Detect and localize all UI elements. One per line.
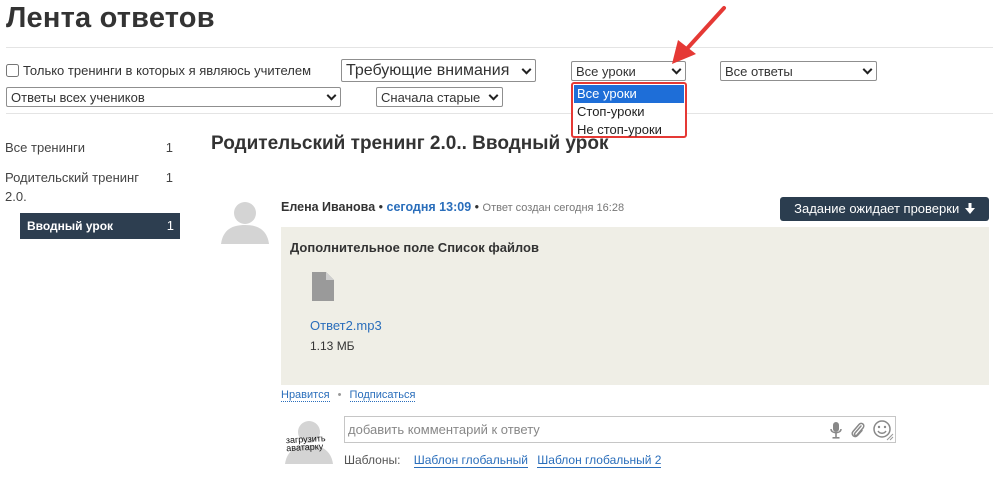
field-title: Дополнительное поле Список файлов bbox=[290, 240, 539, 255]
sidebar-item-label: Все тренинги bbox=[5, 140, 86, 155]
file-link[interactable]: Ответ2.mp3 bbox=[310, 318, 382, 333]
sidebar-item-count: 1 bbox=[165, 140, 173, 155]
filters-divider bbox=[6, 113, 993, 114]
sidebar-item-all-trainings[interactable]: Все тренинги 1 bbox=[5, 138, 180, 157]
chevron-down-icon bbox=[862, 64, 873, 75]
like-link[interactable]: Нравится bbox=[281, 389, 330, 402]
sort-select-value: Сначала старые bbox=[381, 89, 481, 105]
action-separator: • bbox=[337, 389, 342, 401]
answer-created: Ответ создан сегодня 16:28 bbox=[482, 202, 625, 214]
chevron-down-icon bbox=[521, 64, 532, 75]
subscribe-link[interactable]: Подписаться bbox=[349, 389, 416, 402]
attention-select-value: Требующие внимания bbox=[346, 61, 510, 79]
sidebar-item-label: Вводный урок bbox=[27, 219, 114, 233]
sidebar-item-label: Родительский тренинг 2.0. bbox=[5, 170, 139, 204]
lessons-option-stop[interactable]: Стоп-уроки bbox=[574, 103, 684, 121]
meta-separator: • bbox=[378, 200, 384, 214]
teacher-only-checkbox[interactable] bbox=[6, 64, 19, 77]
sidebar-item-parent-training[interactable]: Родительский тренинг 2.0. 1 bbox=[5, 168, 180, 206]
status-button[interactable]: Задание ожидает проверки bbox=[780, 197, 989, 221]
chevron-down-icon bbox=[488, 90, 499, 101]
template-link[interactable]: Шаблон глобальный 2 bbox=[537, 453, 662, 468]
lessons-select-value: Все уроки bbox=[576, 63, 636, 79]
students-select-value: Ответы всех учеников bbox=[11, 89, 145, 105]
comment-input[interactable]: добавить комментарий к ответу bbox=[344, 416, 896, 443]
lesson-title: Родительский тренинг 2.0.. Вводный урок bbox=[211, 133, 609, 154]
sort-select[interactable]: Сначала старые bbox=[376, 87, 503, 107]
sidebar-item-intro-lesson[interactable]: Вводный урок 1 bbox=[20, 213, 180, 239]
file-icon[interactable] bbox=[312, 272, 334, 301]
sidebar-item-count: 1 bbox=[166, 218, 174, 233]
file-size: 1.13 МБ bbox=[310, 339, 355, 353]
status-button-label: Задание ожидает проверки bbox=[794, 201, 960, 216]
resize-handle-icon[interactable] bbox=[886, 433, 894, 441]
answers-select[interactable]: Все ответы bbox=[720, 61, 877, 81]
title-divider bbox=[6, 47, 993, 48]
microphone-icon[interactable] bbox=[830, 422, 842, 439]
template-link[interactable]: Шаблон глобальный bbox=[413, 453, 528, 468]
comment-placeholder: добавить комментарий к ответу bbox=[348, 422, 540, 437]
templates-row: Шаблоны: Шаблон глобальный Шаблон глобал… bbox=[344, 453, 662, 468]
sidebar-item-count: 1 bbox=[165, 170, 173, 185]
meta-separator: • bbox=[474, 200, 480, 214]
lessons-dropdown-list: Все уроки Стоп-уроки Не стоп-уроки bbox=[571, 82, 687, 138]
teacher-only-filter[interactable]: Только тренинги в которых я являюсь учит… bbox=[6, 63, 311, 78]
answer-time[interactable]: сегодня 13:09 bbox=[387, 200, 472, 214]
chevron-down-icon bbox=[326, 90, 337, 101]
students-select[interactable]: Ответы всех учеников bbox=[6, 87, 341, 107]
red-arrow-icon bbox=[672, 6, 726, 64]
answers-select-value: Все ответы bbox=[725, 63, 793, 79]
arrow-down-icon bbox=[964, 203, 975, 214]
answer-meta: Елена Иванова • сегодня 13:09 • Ответ со… bbox=[281, 200, 624, 214]
avatar-placeholder-icon bbox=[221, 202, 269, 244]
page-title: Лента ответов bbox=[6, 2, 215, 34]
author-name[interactable]: Елена Иванова bbox=[281, 200, 375, 214]
answer-actions: Нравится • Подписаться bbox=[281, 389, 416, 402]
templates-label: Шаблоны: bbox=[344, 453, 401, 467]
paperclip-icon[interactable] bbox=[850, 422, 866, 439]
upload-avatar-link[interactable]: загрузить аватарку bbox=[286, 433, 333, 453]
teacher-only-label: Только тренинги в которых я являюсь учит… bbox=[23, 63, 312, 78]
lessons-option-all[interactable]: Все уроки bbox=[574, 85, 684, 103]
attention-select[interactable]: Требующие внимания bbox=[341, 59, 536, 82]
